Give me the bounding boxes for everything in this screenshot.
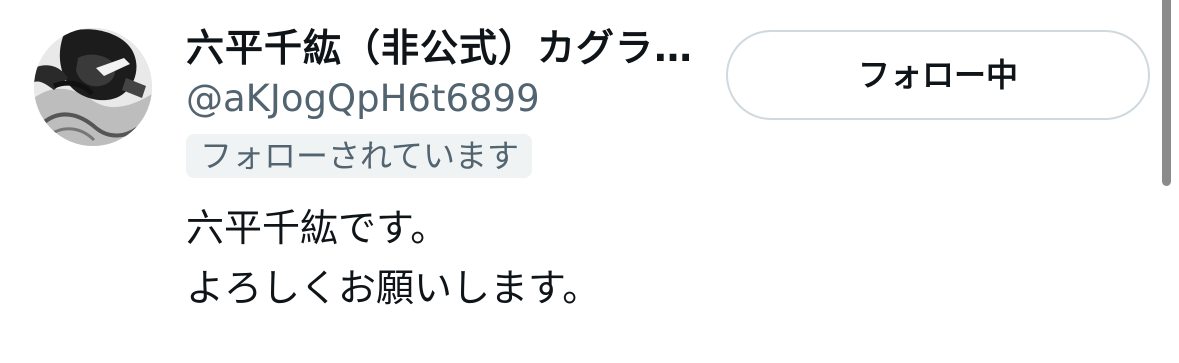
- scrollbar[interactable]: [1162, 0, 1171, 186]
- display-name[interactable]: 六平千紘（非公式）カグラ…: [186, 24, 712, 72]
- user-bio: 六平千紘です。 よろしくお願いします。: [186, 198, 966, 318]
- bio-line: よろしくお願いします。: [186, 266, 601, 310]
- avatar[interactable]: [34, 28, 152, 146]
- user-cell[interactable]: 六平千紘（非公式）カグラ… @aKJogQpH6t6899 フォローされています…: [0, 0, 1179, 363]
- user-handle[interactable]: @aKJogQpH6t6899: [186, 76, 540, 122]
- bio-line: 六平千紘です。: [186, 206, 449, 250]
- follows-you-badge: フォローされています: [186, 134, 533, 178]
- following-button[interactable]: フォロー中: [726, 30, 1150, 120]
- avatar-image: [34, 28, 152, 146]
